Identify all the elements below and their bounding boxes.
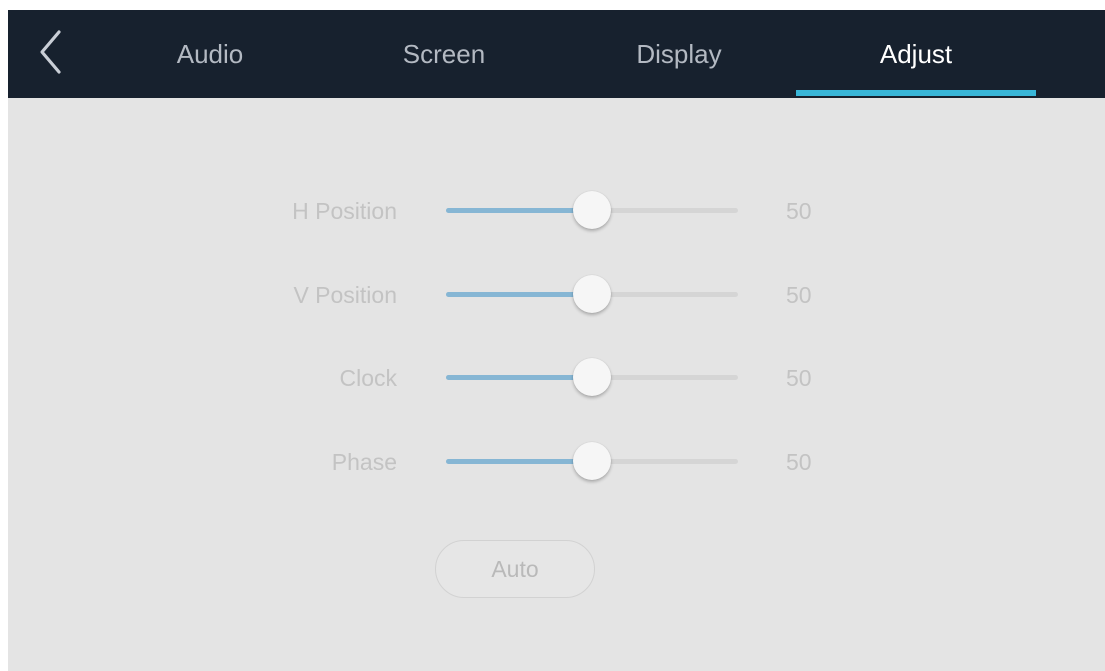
phase-slider[interactable]	[446, 437, 738, 487]
h-position-setting: H Position 50	[8, 186, 1105, 236]
h-position-slider[interactable]	[446, 186, 738, 236]
slider-fill	[446, 459, 592, 464]
phase-label: Phase	[331, 449, 397, 475]
auto-button[interactable]: Auto	[435, 540, 595, 598]
slider-fill	[446, 208, 592, 213]
slider-thumb[interactable]	[573, 191, 611, 229]
h-position-label: H Position	[292, 198, 397, 224]
back-button[interactable]	[32, 26, 72, 78]
clock-slider[interactable]	[446, 353, 738, 403]
clock-label: Clock	[339, 365, 397, 391]
slider-thumb[interactable]	[573, 275, 611, 313]
v-position-setting: V Position 50	[8, 270, 1105, 320]
clock-value: 50	[786, 365, 812, 391]
v-position-label: V Position	[293, 282, 397, 308]
chevron-left-icon	[40, 30, 61, 74]
tab-adjust[interactable]: Adjust	[796, 10, 1036, 98]
slider-fill	[446, 292, 592, 297]
slider-thumb[interactable]	[573, 442, 611, 480]
clock-setting: Clock 50	[8, 353, 1105, 403]
top-navigation-bar: Audio Screen Display Adjust	[8, 10, 1105, 98]
v-position-slider[interactable]	[446, 270, 738, 320]
active-tab-indicator	[796, 90, 1036, 96]
h-position-value: 50	[786, 198, 812, 224]
phase-setting: Phase 50	[8, 437, 1105, 487]
adjust-settings-screen: Audio Screen Display Adjust H Position 5…	[8, 10, 1105, 671]
tab-screen[interactable]: Screen	[370, 10, 518, 98]
phase-value: 50	[786, 449, 812, 475]
v-position-value: 50	[786, 282, 812, 308]
tab-audio[interactable]: Audio	[136, 10, 284, 98]
slider-thumb[interactable]	[573, 358, 611, 396]
tab-display[interactable]: Display	[605, 10, 753, 98]
slider-fill	[446, 375, 592, 380]
